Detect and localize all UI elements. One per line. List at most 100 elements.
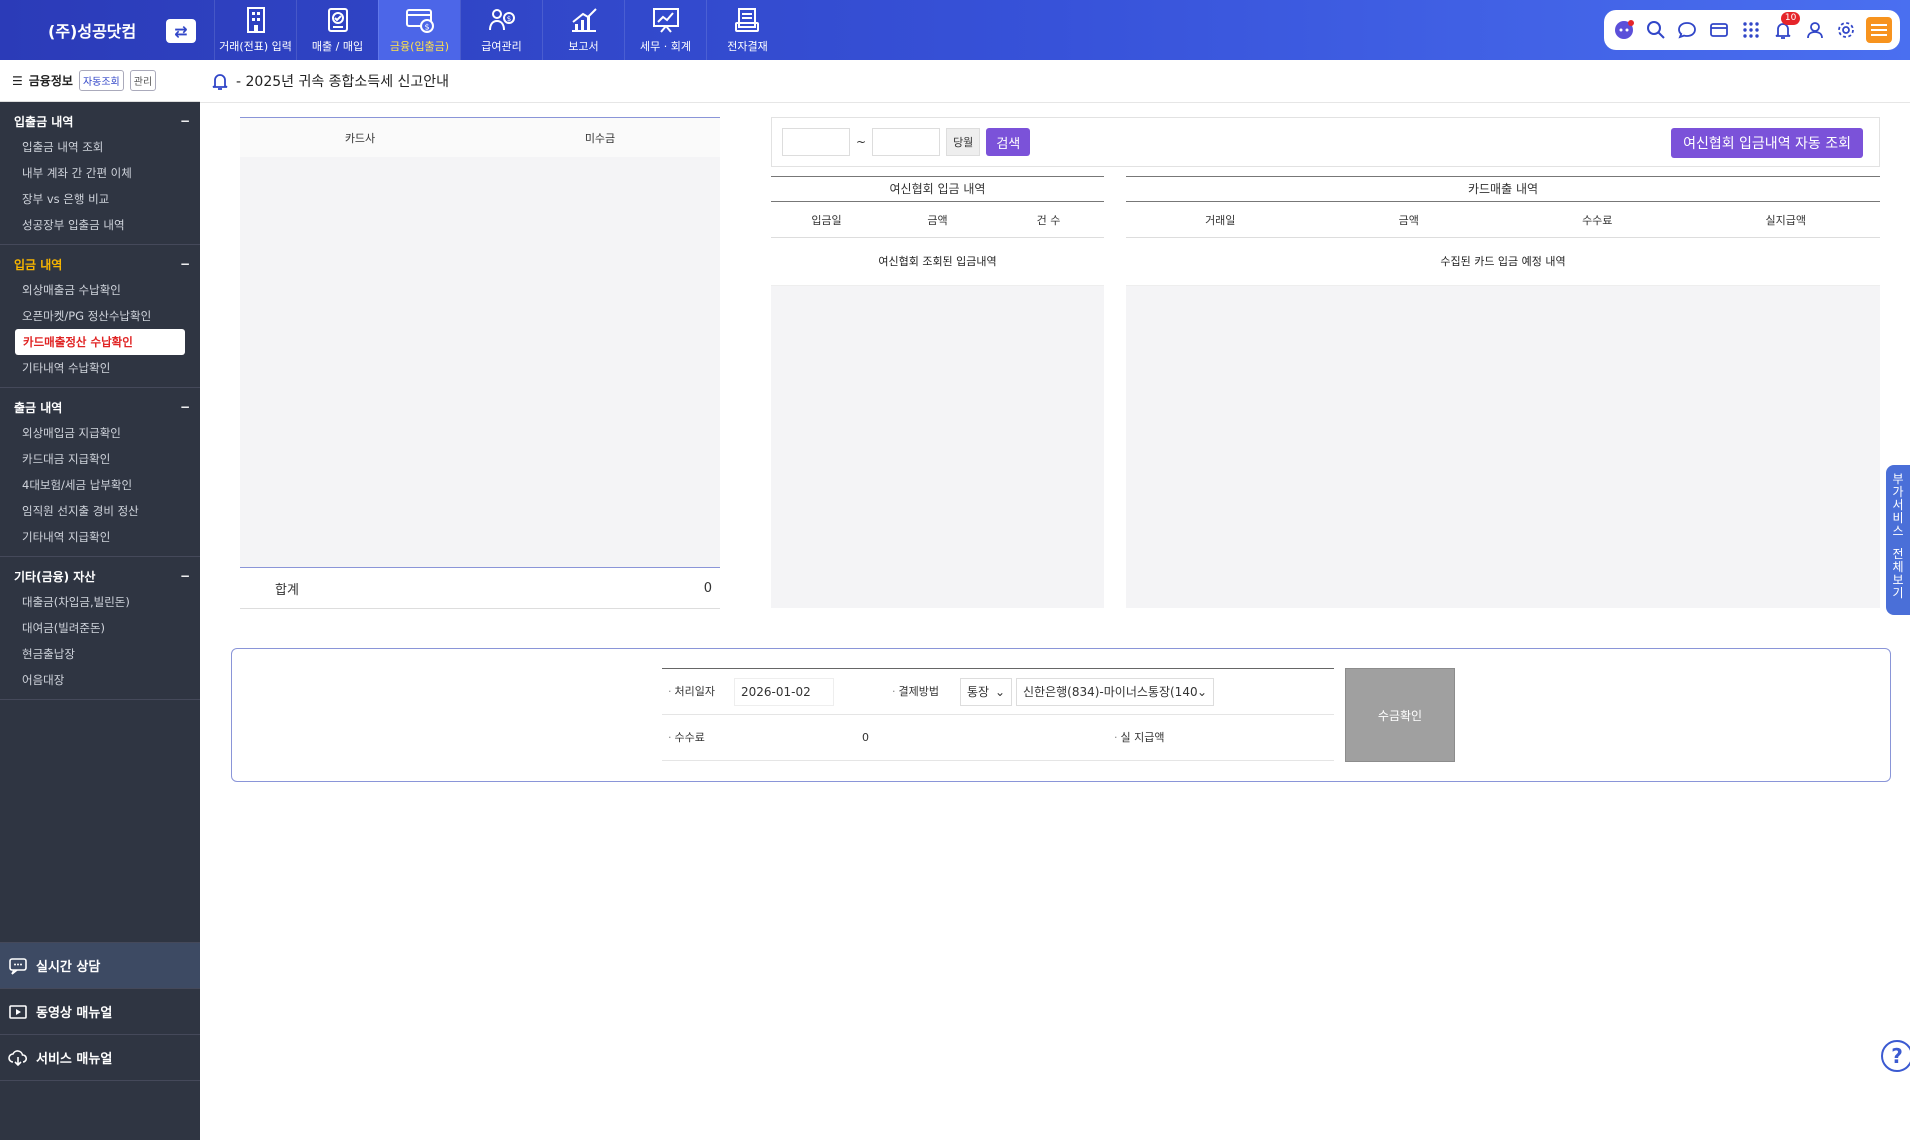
fee-value: 0 [862,731,869,744]
table-caption: 여신협회 입금 내역 [771,176,1104,202]
person-money-icon: $ [488,9,515,31]
menu-tax-accounting[interactable]: 세무 · 회계 [624,0,706,60]
divider [200,102,1910,103]
live-chat-link[interactable]: 실시간 상담 [0,942,200,988]
column-header[interactable]: 금액 [882,212,993,228]
current-month-button[interactable]: 당월 [946,128,981,156]
sidebar-header: ☰ 금융정보 자동조회 관리 [0,60,200,102]
manage-button[interactable]: 관리 [129,70,157,91]
document-stack-icon [734,8,759,32]
hamburger-menu-icon[interactable] [1866,17,1893,43]
link-label: 동영상 매뉴얼 [36,1006,113,1021]
section-title[interactable]: 입금 내역 − [0,251,200,277]
column-header[interactable]: 카드사 [240,130,480,146]
column-header[interactable]: 실지급액 [1692,212,1881,228]
sidebar-item[interactable]: 성공장부 입출금 내역 [0,212,200,238]
sidebar-item[interactable]: 카드대금 지급확인 [0,446,200,472]
column-header[interactable]: 입금일 [771,212,882,228]
section-title[interactable]: 기타(금융) 자산 − [0,563,200,589]
sidebar-item[interactable]: 어음대장 [0,667,200,693]
menu-sales-purchase[interactable]: 매출 / 매입 [296,0,378,60]
sidebar-footer [0,1080,200,1140]
sidebar-item[interactable]: 외상매출금 수납확인 [0,277,200,303]
card-sales-table: 카드매출 내역 거래일 금액 수수료 실지급액 수집된 카드 입금 예정 내역 [1126,176,1880,608]
menu-finance[interactable]: $ 금융(입출금) [378,0,460,60]
sidebar-item[interactable]: 장부 vs 은행 비교 [0,186,200,212]
sidebar-item[interactable]: 기타내역 수납확인 [0,355,200,381]
account-select[interactable]: 신한은행(834)-마이너스통장(140 ⌄ [1016,678,1214,706]
sidebar-item[interactable]: 임직원 선지출 경비 정산 [0,498,200,524]
menu-label: 매출 / 매입 [311,40,364,53]
sidebar-section-transactions: 입출금 내역 − 입출금 내역 조회 내부 계좌 간 간편 이체 장부 vs 은행… [0,102,200,245]
bell-icon [212,74,228,90]
notice-banner[interactable]: - 2025년 귀속 종합소득세 신고안내 [210,70,449,92]
video-manual-link[interactable]: 동영상 매뉴얼 [0,988,200,1034]
building-icon [246,7,265,33]
menu-e-approval[interactable]: 전자결재 [706,0,788,60]
gear-icon[interactable] [1834,18,1858,42]
sidebar-item[interactable]: 대출금(차입금,빌린돈) [0,589,200,615]
sidebar-item[interactable]: 오픈마켓/PG 정산수납확인 [0,303,200,329]
empty-message: 수집된 카드 입금 예정 내역 [1126,238,1880,286]
collection-form: · 처리일자 2026-01-02 · 결제방법 통장 ⌄ 신한은행(834)-마이너… [662,668,1334,762]
chart-up-icon [571,8,597,32]
sidebar-item[interactable]: 입출금 내역 조회 [0,134,200,160]
invoice-check-icon [327,8,348,32]
table-header: 카드사 미수금 [240,117,720,157]
user-icon[interactable] [1803,18,1827,42]
checklist-icon: ☰ [12,73,23,88]
sidebar-item[interactable]: 기타내역 지급확인 [0,524,200,550]
search-bar: ~ 당월 검색 여신협회 입금내역 자동 조회 [771,117,1880,167]
menu-label: 보고서 [568,40,599,53]
toolbar-icons: 10 [1604,10,1900,50]
sidebar-item[interactable]: 현금출납장 [0,641,200,667]
column-header[interactable]: 건 수 [993,212,1104,228]
table-footer: 합계 0 [240,567,720,609]
switch-company-icon[interactable]: ⇄ [166,19,196,43]
menu-label: 급여관리 [481,40,522,53]
all-addon-services-tab[interactable]: 부가서비스전체보기 [1886,465,1910,615]
column-header[interactable]: 거래일 [1126,212,1315,228]
auto-lookup-deposits-button[interactable]: 여신협회 입금내역 자동 조회 [1671,128,1863,158]
chat-bubble-icon[interactable] [1676,18,1700,42]
bell-icon[interactable]: 10 [1771,12,1801,42]
menu-transaction-entry[interactable]: 거래(전표) 입력 [214,0,296,60]
card-icon[interactable] [1707,18,1731,42]
sidebar-item[interactable]: 내부 계좌 간 간편 이체 [0,160,200,186]
chevron-down-icon: ⌄ [994,685,1005,699]
menu-reports[interactable]: 보고서 [542,0,624,60]
column-header[interactable]: 미수금 [480,130,720,146]
sidebar-item[interactable]: 4대보험/세금 납부확인 [0,472,200,498]
help-icon[interactable]: ? [1881,1040,1910,1072]
process-date-input[interactable]: 2026-01-02 [734,678,834,706]
sidebar-item[interactable]: 외상매입금 지급확인 [0,420,200,446]
cloud-download-icon [8,1049,28,1066]
column-header[interactable]: 수수료 [1503,212,1692,228]
apps-grid-icon[interactable] [1739,18,1763,42]
menu-label: 거래(전표) 입력 [219,40,292,53]
payment-method-select[interactable]: 통장 ⌄ [960,678,1012,706]
confirm-collection-button[interactable]: 수금확인 [1345,668,1455,762]
board-chart-icon [652,8,679,33]
search-icon[interactable] [1644,18,1668,42]
menu-label: 전자결재 [727,40,768,53]
menu-payroll[interactable]: $ 급여관리 [460,0,542,60]
column-header[interactable]: 금액 [1315,212,1504,228]
svg-text:$: $ [424,23,429,32]
menu-label: 금융(입출금) [389,40,450,53]
auto-lookup-button[interactable]: 자동조회 [78,70,124,91]
form-row: · 처리일자 2026-01-02 · 결제방법 통장 ⌄ 신한은행(834)-마이너… [662,669,1334,715]
field-label: · 수수료 [668,731,705,744]
section-title[interactable]: 입출금 내역 − [0,108,200,134]
service-manual-link[interactable]: 서비스 매뉴얼 [0,1034,200,1080]
notification-badge: 10 [1780,12,1801,25]
chatbot-icon[interactable] [1612,18,1636,42]
end-date-input[interactable] [872,128,941,156]
section-title[interactable]: 출금 내역 − [0,394,200,420]
field-label: · 실 지급액 [1114,731,1165,744]
search-button[interactable]: 검색 [986,128,1031,156]
start-date-input[interactable] [782,128,850,156]
sidebar-item[interactable]: 대여금(빌려준돈) [0,615,200,641]
sidebar-title: 금융정보 [28,74,73,88]
sidebar-item-active[interactable]: 카드매출정산 수납확인 [15,329,185,355]
